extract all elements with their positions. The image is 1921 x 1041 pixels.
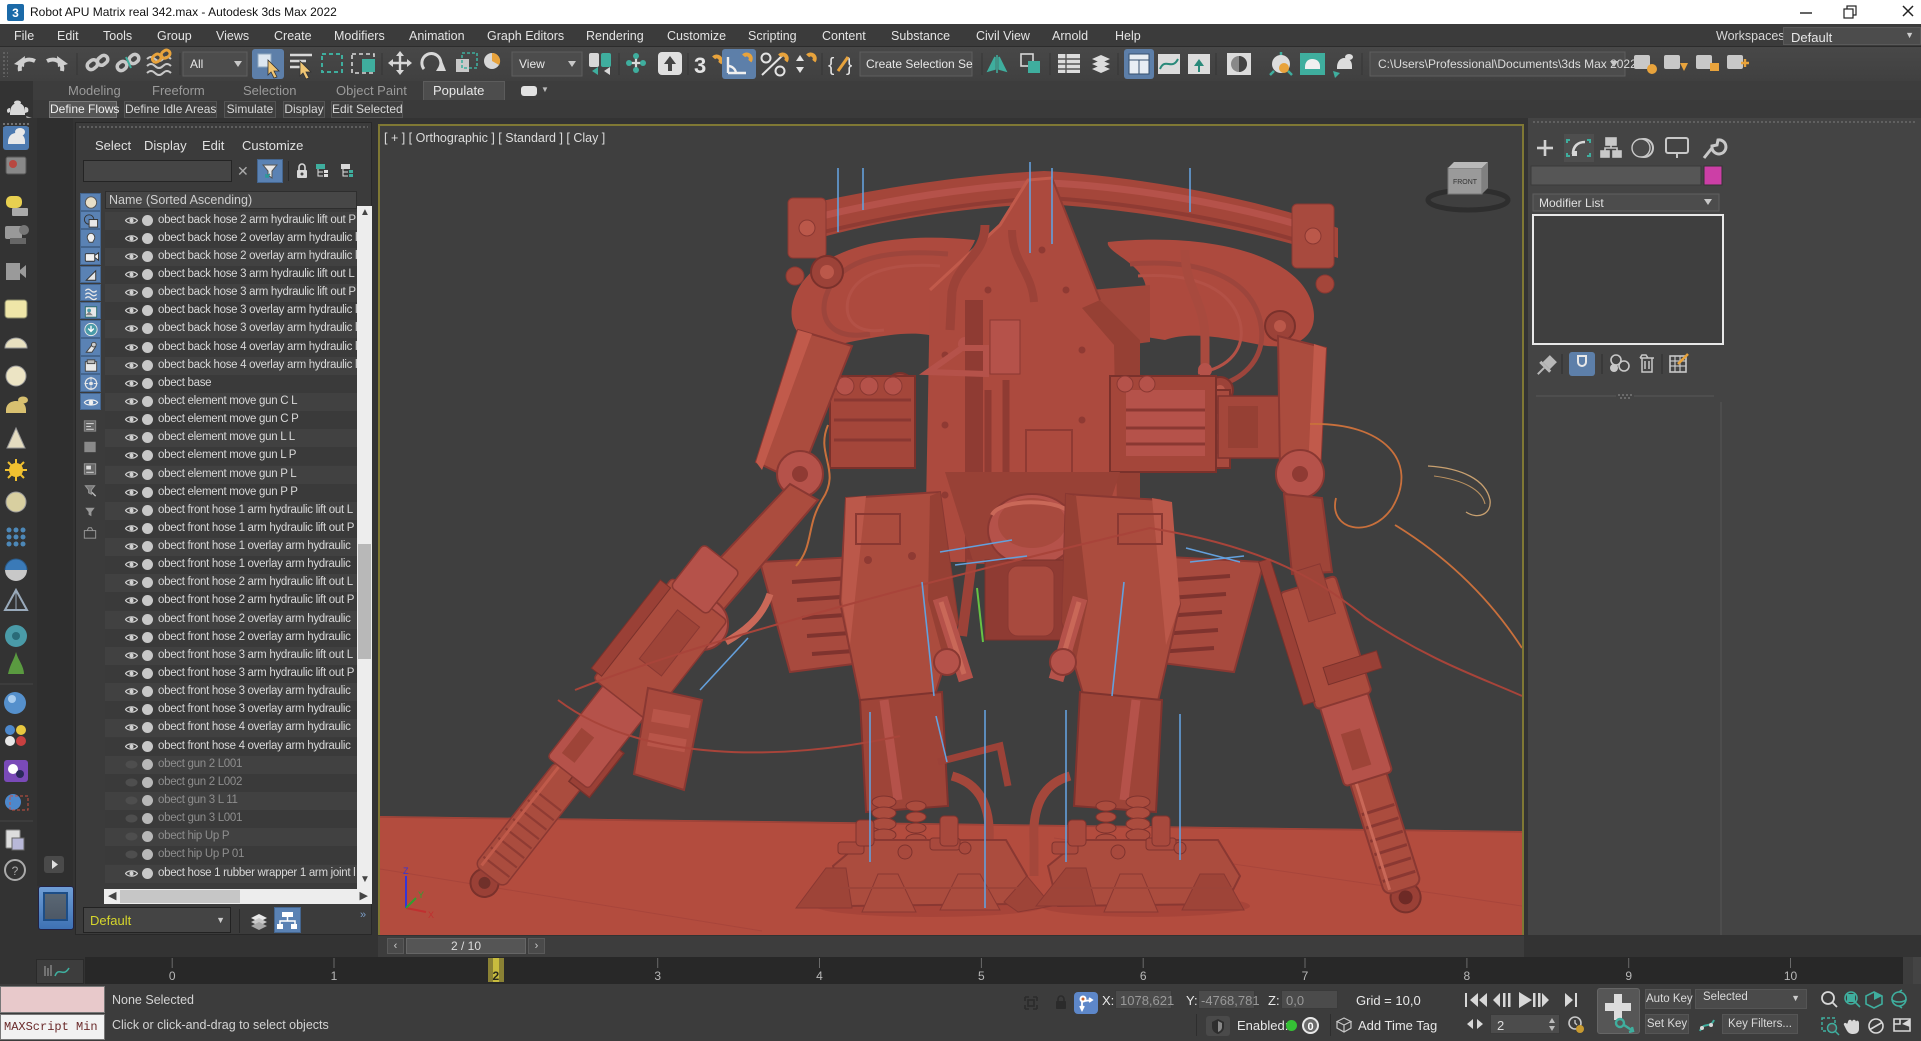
svg-text:2: 2 [493,969,500,983]
svg-text:X: X [428,910,434,920]
svg-text:3: 3 [654,969,661,983]
svg-text:1: 1 [331,969,338,983]
svg-text:Modifier List: Modifier List [1539,196,1604,210]
svg-text:9: 9 [1625,969,1632,983]
svg-text:3: 3 [12,6,19,20]
svg-text:10: 10 [1784,969,1798,983]
svg-text:View: View [519,57,545,71]
svg-text:6: 6 [1140,969,1147,983]
svg-text:All: All [190,57,203,71]
svg-text:{: { [828,55,835,76]
svg-text:7: 7 [1302,969,1309,983]
svg-text:?: ? [12,864,19,878]
svg-text:C:\Users\Professional\Document: C:\Users\Professional\Documents\3ds Max … [1378,57,1637,71]
svg-text:4: 4 [816,969,823,983]
svg-text:Create Selection Se: Create Selection Se [866,57,973,71]
svg-text:0: 0 [169,969,176,983]
svg-text:Y: Y [418,890,424,900]
svg-text:8: 8 [1464,969,1471,983]
svg-text:5: 5 [978,969,985,983]
svg-text:FRONT: FRONT [1453,179,1478,186]
svg-text:Z: Z [403,866,409,876]
svg-text:3: 3 [694,53,706,78]
